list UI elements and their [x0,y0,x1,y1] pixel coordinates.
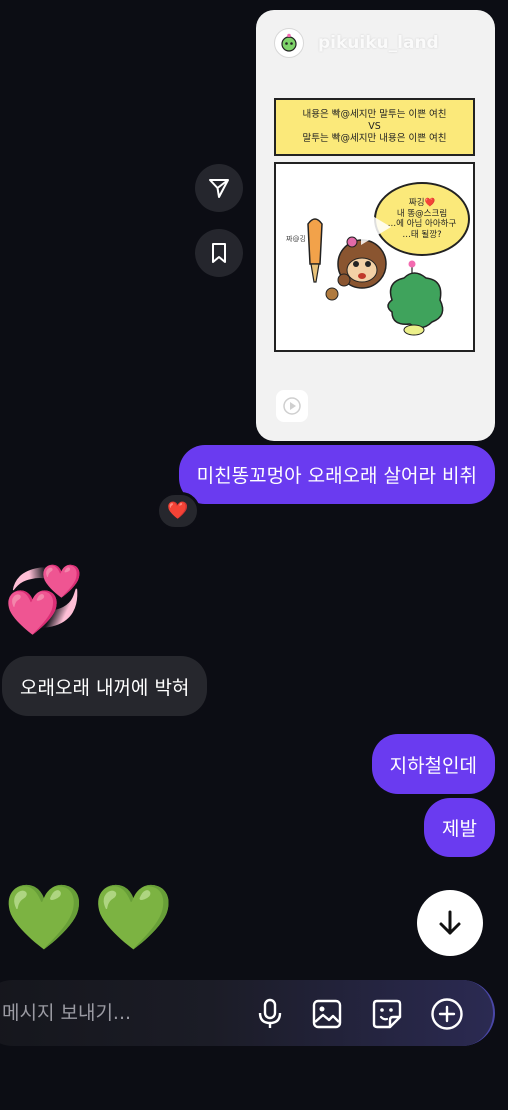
heart-reaction-icon: ❤️ [167,501,189,521]
caption-line-1: 내용은 빡@세지만 말투는 이쁜 여친 [302,109,447,120]
bubble-line-3: …에 아님 아아하구 [387,219,457,229]
message-bubble-incoming[interactable]: 오래오래 내꺼에 박혀 [2,656,208,716]
message-text: 지하철인데 [389,754,477,777]
revolving-hearts-icon: 💞 [4,563,84,637]
post-header[interactable]: pikuiku_land [274,28,439,58]
play-icon[interactable] [355,205,395,249]
message-text: 제발 [442,818,477,840]
caption-vs: VS [368,121,381,132]
plus-circle-icon [431,998,463,1030]
microphone-button[interactable] [250,994,290,1034]
more-button[interactable] [427,994,467,1034]
image-icon [312,999,342,1029]
caption-line-2: 말투는 빡@세지만 내용은 이쁜 여친 [302,133,447,144]
message-input[interactable] [2,980,222,1046]
send-icon [209,179,229,198]
sticker-button[interactable] [367,994,407,1034]
message-bubble-outgoing[interactable]: 미친똥꼬멍아 오래오래 살어라 비취 [178,445,495,504]
green-heart-icon: 💚 [93,881,174,955]
bookmark-icon [212,243,226,263]
reels-icon [276,390,308,422]
post-username[interactable]: pikuiku_land [318,33,439,53]
bubble-line-2: 내 똥@스크림 [396,208,448,219]
arrow-down-icon [439,910,461,935]
scroll-to-bottom-button[interactable] [417,890,483,956]
message-reaction[interactable]: ❤️ [156,492,200,530]
post-avatar[interactable] [274,28,304,58]
message-text: 오래오래 내꺼에 박혀 [20,676,190,699]
message-composer [0,980,495,1046]
bubble-line-4: …태 될깡? [402,229,442,240]
save-button[interactable] [195,229,243,277]
green-heart-icon: 💚 [4,881,84,955]
share-button[interactable] [195,164,243,212]
message-bubble-outgoing[interactable]: 제발 [424,798,495,857]
microphone-icon [258,998,282,1028]
message-bubble-outgoing[interactable]: 지하철인데 [371,734,495,794]
bubble-line-1: 짜깅❤️ [408,198,436,208]
avatar-character-icon [281,33,297,52]
sticker-icon [372,999,402,1029]
green-character-illustration [387,260,444,336]
shared-post-card[interactable]: pikuiku_land 내용은 빡@세지만 말투는 이쁜 여친 VS 말투는 … [256,10,495,441]
message-text: 미친똥꼬멍아 오래오래 살어라 비취 [196,465,477,487]
emoji-message-hearts[interactable]: 💞 [4,568,84,632]
gallery-button[interactable] [307,994,347,1034]
comic-panel: 짜@깅 짜깅❤️ 내 똥@스크림 …에 아님 아아하구 …태 될깡? [274,162,475,352]
emoji-message-green-hearts[interactable]: 💚 💚 [4,886,173,950]
comic-caption: 내용은 빡@세지만 말투는 이쁜 여친 VS 말투는 빡@세지만 내용은 이쁜 … [274,98,475,156]
